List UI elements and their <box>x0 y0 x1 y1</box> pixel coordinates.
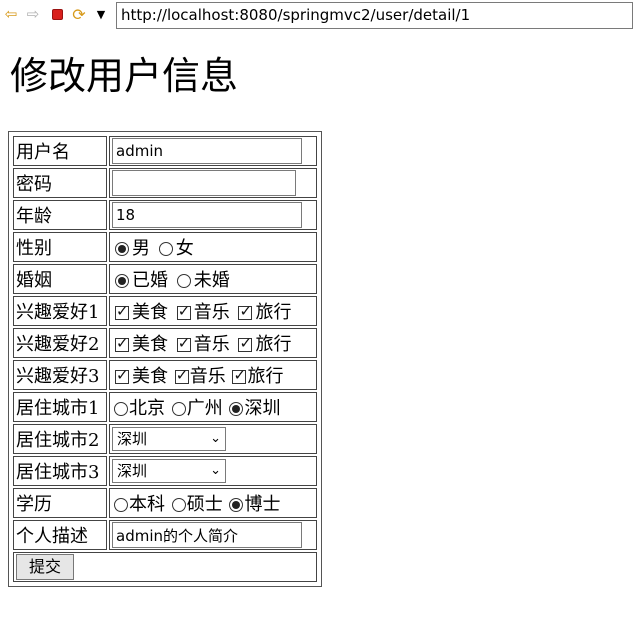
gender-female-label: 女 <box>175 238 194 259</box>
hobby1-travel-label: 旅行 <box>255 302 292 323</box>
row-education: 学历 本科 硕士 博士 <box>13 488 317 518</box>
browser-toolbar: ⇦ ⇨ ⟳ ▼ http://localhost:8080/springmvc2… <box>0 0 633 30</box>
marriage-label: 婚姻 <box>13 264 107 294</box>
password-input[interactable] <box>112 170 296 196</box>
row-hobby2: 兴趣爱好2 美食 音乐 旅行 <box>13 328 317 358</box>
city3-label: 居住城市3 <box>13 456 107 486</box>
city1-guangzhou-radio[interactable] <box>171 402 186 416</box>
row-username: 用户名 <box>13 136 317 166</box>
hobby3-music-checkbox[interactable] <box>174 366 189 384</box>
married-label: 已婚 <box>132 270 168 291</box>
hobby2-music-checkbox[interactable] <box>176 334 191 352</box>
edu-bachelor-radio[interactable] <box>114 498 128 512</box>
hobby3-travel-label: 旅行 <box>247 366 284 387</box>
hobby3-label: 兴趣爱好3 <box>13 360 107 390</box>
city1-shenzhen-radio[interactable] <box>229 402 244 416</box>
hobby1-food-label: 美食 <box>132 302 168 323</box>
row-city2: 居住城市2 深圳 ⌄ <box>13 424 317 454</box>
row-city1: 居住城市1 北京 广州 深圳 <box>13 392 317 422</box>
edu-doctor-radio[interactable] <box>229 498 244 512</box>
age-label: 年龄 <box>13 200 107 230</box>
submit-button[interactable]: 提交 <box>16 554 75 580</box>
username-input[interactable] <box>112 138 302 164</box>
unmarried-label: 未婚 <box>193 270 230 291</box>
description-input[interactable] <box>112 522 302 548</box>
hobby1-label: 兴趣爱好1 <box>13 296 107 326</box>
city1-beijing-label: 北京 <box>129 398 165 419</box>
refresh-icon[interactable]: ⟳ <box>70 4 88 24</box>
edu-master-label: 硕士 <box>186 494 223 515</box>
edu-doctor-label: 博士 <box>244 494 281 515</box>
row-gender: 性别 男 女 <box>13 232 317 262</box>
unmarried-radio[interactable] <box>176 274 191 288</box>
forward-arrow-icon[interactable]: ⇨ <box>24 4 42 24</box>
education-label: 学历 <box>13 488 107 518</box>
row-description: 个人描述 <box>13 520 317 550</box>
row-age: 年龄 <box>13 200 317 230</box>
edu-master-radio[interactable] <box>171 498 186 512</box>
city1-shenzhen-label: 深圳 <box>244 398 281 419</box>
back-arrow-icon[interactable]: ⇦ <box>2 4 20 24</box>
row-marriage: 婚姻 已婚 未婚 <box>13 264 317 294</box>
edu-bachelor-label: 本科 <box>129 494 165 515</box>
dropdown-arrow-icon[interactable]: ▼ <box>92 4 110 24</box>
hobby1-music-label: 音乐 <box>193 302 230 323</box>
gender-female-radio[interactable] <box>158 242 173 256</box>
description-label: 个人描述 <box>13 520 107 550</box>
hobby3-travel-checkbox[interactable] <box>232 366 247 384</box>
chevron-down-icon: ⌄ <box>210 463 221 478</box>
address-bar[interactable]: http://localhost:8080/springmvc2/user/de… <box>116 2 633 29</box>
gender-male-label: 男 <box>132 238 150 259</box>
row-city3: 居住城市3 深圳 ⌄ <box>13 456 317 486</box>
hobby2-food-label: 美食 <box>132 334 168 355</box>
password-label: 密码 <box>13 168 107 198</box>
gender-label: 性别 <box>13 232 107 262</box>
hobby3-food-label: 美食 <box>132 366 168 387</box>
city1-label: 居住城市1 <box>13 392 107 422</box>
hobby2-music-label: 音乐 <box>193 334 230 355</box>
chevron-down-icon: ⌄ <box>210 431 221 446</box>
age-input[interactable] <box>112 202 302 228</box>
city2-label: 居住城市2 <box>13 424 107 454</box>
city1-guangzhou-label: 广州 <box>186 398 223 419</box>
row-password: 密码 <box>13 168 317 198</box>
hobby1-food-checkbox[interactable] <box>115 302 129 320</box>
row-submit: 提交 <box>13 552 317 582</box>
hobby2-travel-label: 旅行 <box>255 334 292 355</box>
city2-selected-value: 深圳 <box>117 430 148 448</box>
city3-selected-value: 深圳 <box>117 462 148 480</box>
username-label: 用户名 <box>13 136 107 166</box>
row-hobby1: 兴趣爱好1 美食 音乐 旅行 <box>13 296 317 326</box>
hobby2-food-checkbox[interactable] <box>115 334 129 352</box>
hobby3-food-checkbox[interactable] <box>115 366 129 384</box>
married-radio[interactable] <box>115 274 129 288</box>
gender-male-radio[interactable] <box>115 242 129 256</box>
hobby2-label: 兴趣爱好2 <box>13 328 107 358</box>
hobby1-music-checkbox[interactable] <box>176 302 191 320</box>
row-hobby3: 兴趣爱好3 美食 音乐 旅行 <box>13 360 317 390</box>
city3-select[interactable]: 深圳 ⌄ <box>112 459 226 483</box>
form-table: 用户名 密码 年龄 性别 男 女 婚姻 已婚 未婚 兴趣爱好1 美食 音乐 旅行… <box>11 134 319 584</box>
stop-icon[interactable] <box>48 4 66 24</box>
user-form: 用户名 密码 年龄 性别 男 女 婚姻 已婚 未婚 兴趣爱好1 美食 音乐 旅行… <box>8 131 322 587</box>
page-title: 修改用户信息 <box>10 54 239 98</box>
city2-select[interactable]: 深圳 ⌄ <box>112 427 226 451</box>
city1-beijing-radio[interactable] <box>114 402 128 416</box>
hobby3-music-label: 音乐 <box>189 366 226 387</box>
hobby1-travel-checkbox[interactable] <box>238 302 253 320</box>
hobby2-travel-checkbox[interactable] <box>238 334 253 352</box>
